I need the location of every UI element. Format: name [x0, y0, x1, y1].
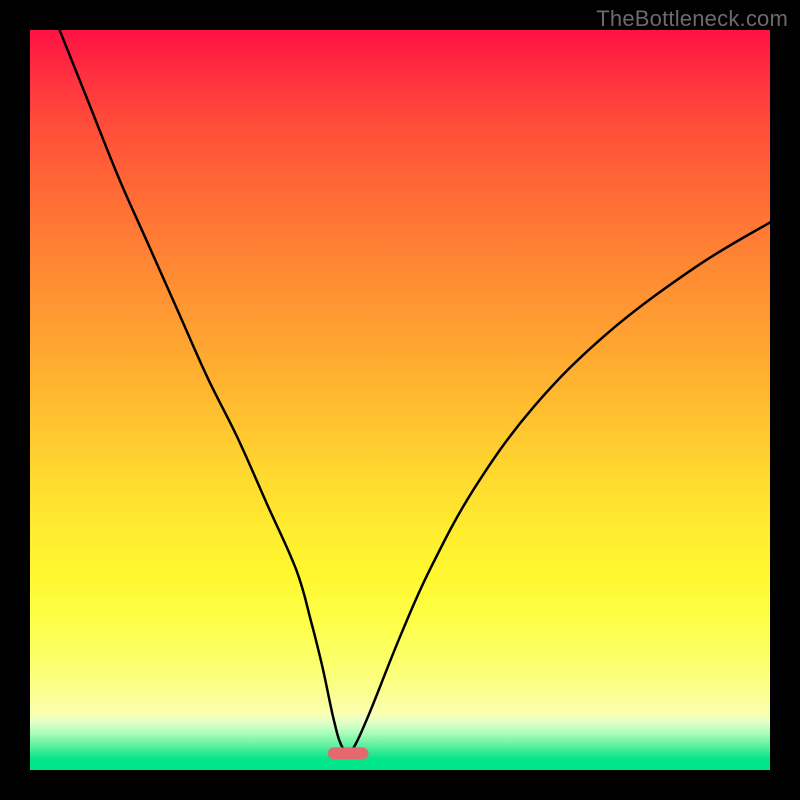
plot-area	[30, 30, 770, 770]
watermark-text: TheBottleneck.com	[596, 6, 788, 32]
optimum-marker	[30, 30, 770, 770]
chart-frame: TheBottleneck.com	[0, 0, 800, 800]
